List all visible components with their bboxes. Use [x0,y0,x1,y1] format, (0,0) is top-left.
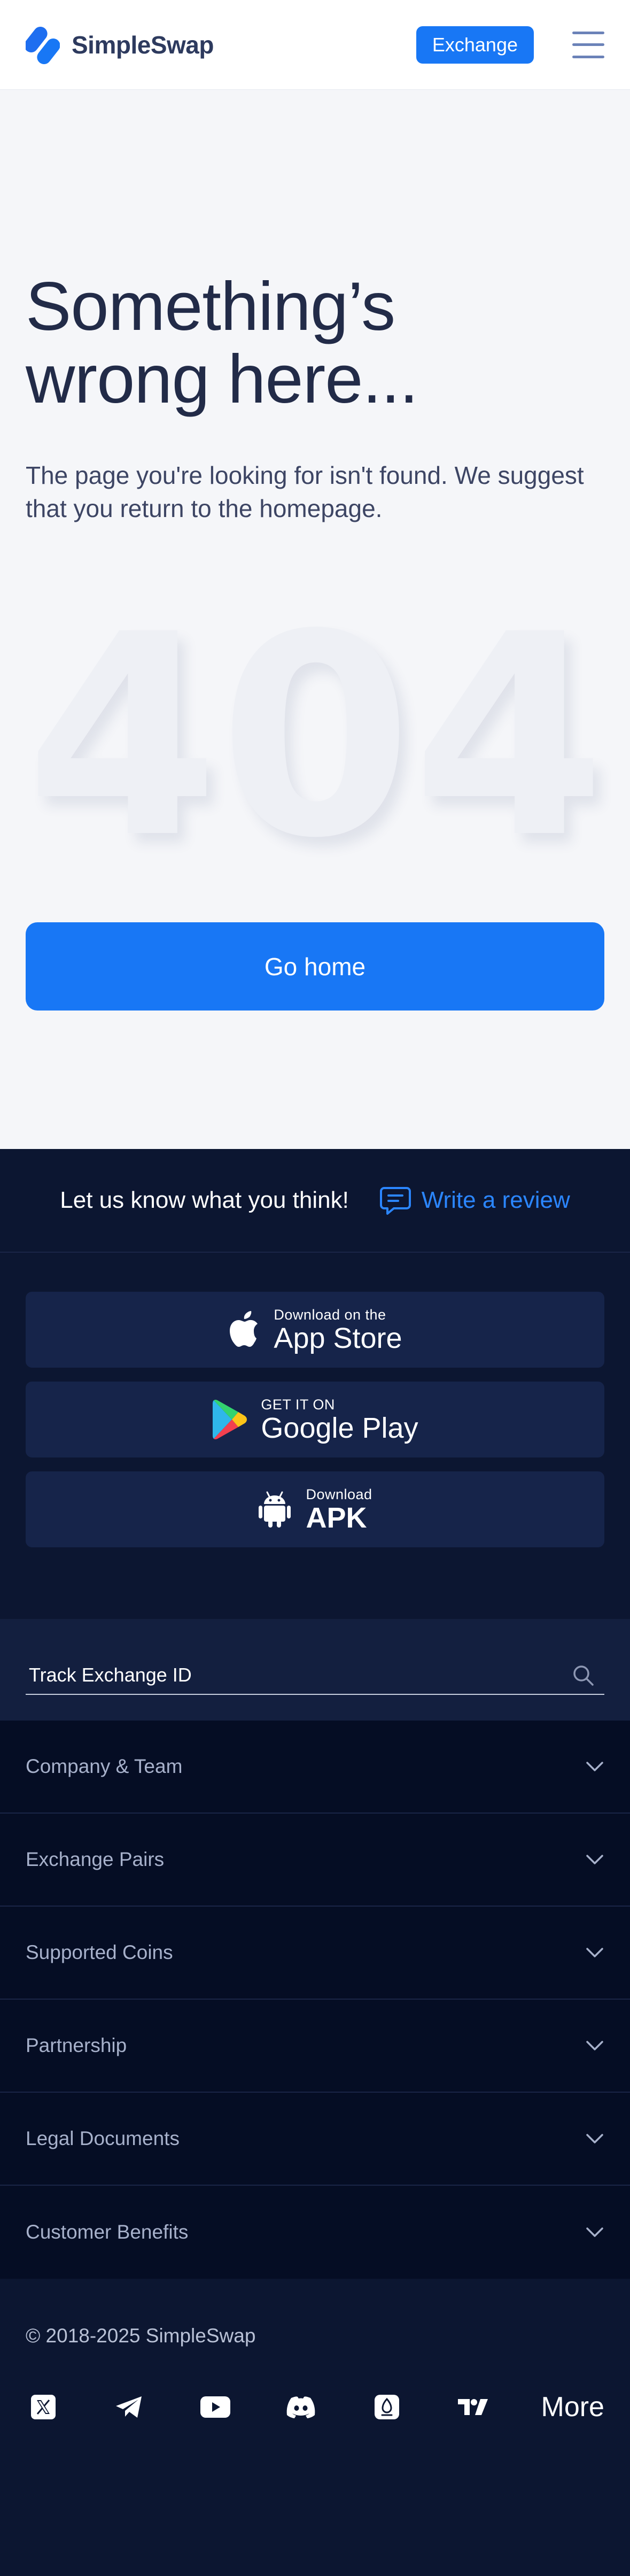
go-home-button[interactable]: Go home [26,922,604,1011]
accordion-label: Legal Documents [26,2127,180,2149]
write-review-link[interactable]: Write a review [379,1184,570,1217]
more-social-link[interactable]: More [541,2391,604,2423]
accordion-label: Company & Team [26,1755,183,1777]
accordion-label: Supported Coins [26,1941,173,1963]
telegram-icon[interactable] [112,2389,147,2425]
search-icon[interactable] [571,1663,595,1687]
apple-icon [228,1310,260,1349]
accordion-label: Exchange Pairs [26,1848,165,1870]
footer-bottom: © 2018-2025 SimpleSwap More [0,2279,630,2576]
review-row: Let us know what you think! Write a revi… [0,1149,630,1253]
android-icon [258,1490,292,1529]
chat-bubble-icon [379,1187,411,1215]
x-icon[interactable] [26,2389,61,2425]
accordion-label: Customer Benefits [26,2221,189,2243]
social-links: More [26,2386,604,2428]
exchange-button[interactable]: Exchange [416,26,534,64]
coinmarketcap-icon[interactable] [369,2389,405,2425]
chevron-down-icon [585,1760,604,1773]
app-store-small-text: Download on the [274,1306,386,1323]
chevron-down-icon [585,2039,604,2052]
google-play-small-text: GET IT ON [261,1396,335,1413]
error-digit: 4 [26,575,219,899]
accordion-item-exchange-pairs[interactable]: Exchange Pairs [0,1814,630,1907]
youtube-icon[interactable] [198,2389,233,2425]
logo[interactable]: SimpleSwap [26,23,214,67]
app-store-button[interactable]: Download on the App Store [26,1292,604,1368]
accordion-label: Partnership [26,2034,127,2056]
apk-download-button[interactable]: Download APK [26,1471,604,1547]
chevron-down-icon [585,2132,604,2145]
footer-accordion: Company & Team Exchange Pairs Supported … [0,1721,630,2279]
apk-big-text: APK [306,1501,367,1534]
accordion-item-supported-coins[interactable]: Supported Coins [0,1907,630,2000]
chevron-down-icon [585,1946,604,1959]
error-digit: 0 [219,575,413,899]
site-footer: Let us know what you think! Write a revi… [0,1149,630,2576]
write-review-label: Write a review [421,1187,570,1213]
page-subtitle: The page you're looking for isn't found.… [26,461,584,522]
simpleswap-logo-icon [26,26,60,64]
not-found-section: Something’s wrong here... The page you'r… [0,90,630,1149]
accordion-item-partnership[interactable]: Partnership [0,2000,630,2093]
hamburger-menu-icon[interactable] [572,31,604,58]
app-store-big-text: App Store [274,1322,402,1354]
track-exchange-input[interactable]: Track Exchange ID [26,1656,604,1695]
site-header: SimpleSwap Exchange [0,0,630,90]
copyright-text: © 2018-2025 SimpleSwap [26,2325,256,2347]
track-exchange-section: Track Exchange ID [0,1619,630,1721]
page-title: Something’s wrong here... [26,268,418,418]
google-play-big-text: Google Play [261,1412,418,1444]
google-play-button[interactable]: GET IT ON Google Play [26,1382,604,1457]
error-digit: 4 [412,575,606,899]
chevron-down-icon [585,2226,604,2239]
chevron-down-icon [585,1853,604,1866]
apk-small-text: Download [306,1486,372,1502]
track-exchange-placeholder: Track Exchange ID [29,1664,192,1686]
accordion-item-customer-benefits[interactable]: Customer Benefits [0,2186,630,2279]
error-code-graphic: 4 0 4 [26,598,605,876]
discord-icon[interactable] [283,2389,318,2425]
tradingview-icon[interactable] [455,2389,491,2425]
review-prompt: Let us know what you think! [60,1187,349,1213]
logo-text: SimpleSwap [72,30,214,59]
accordion-item-company-team[interactable]: Company & Team [0,1721,630,1814]
accordion-item-legal-documents[interactable]: Legal Documents [0,2093,630,2186]
google-play-icon [212,1398,247,1441]
